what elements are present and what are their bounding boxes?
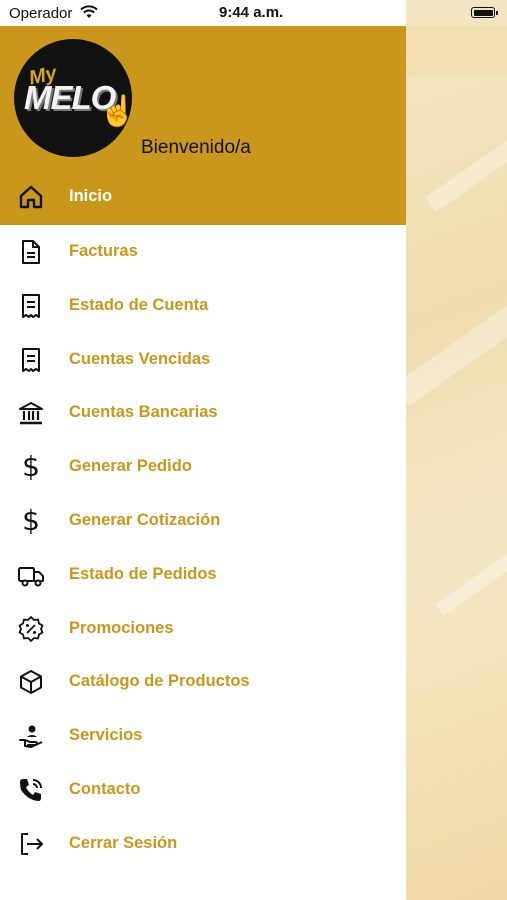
wifi-icon [80, 5, 98, 18]
background-screen[interactable] [406, 0, 507, 900]
receipt-icon [17, 292, 45, 320]
menu-item-label: Cuentas Bancarias [69, 403, 218, 422]
background-decoration [435, 518, 507, 616]
logout-icon [17, 830, 45, 858]
carrier-label: Operador [9, 5, 73, 22]
navigation-drawer: My MELO ☝ Bienvenido/a Inicio Facturas E… [0, 26, 406, 900]
box-icon [17, 668, 45, 696]
service-hand-icon [17, 722, 45, 750]
menu-item-inicio[interactable]: Inicio [0, 170, 406, 225]
background-header [406, 26, 507, 76]
discount-badge-icon [17, 615, 45, 643]
menu-item-facturas[interactable]: Facturas [0, 225, 406, 279]
menu-item-label: Promociones [69, 618, 174, 637]
phone-call-icon [17, 776, 45, 804]
menu-item-label: Servicios [69, 726, 143, 745]
home-icon [17, 183, 45, 211]
app-logo: My MELO ☝ [14, 39, 136, 157]
menu-item-cuentas-bancarias[interactable]: Cuentas Bancarias [0, 386, 406, 440]
dollar-icon: $ [22, 503, 40, 537]
menu-item-label: Facturas [69, 242, 138, 260]
menu-item-label: Contacto [69, 779, 141, 798]
menu-item-estado-de-pedidos[interactable]: Estado de Pedidos [0, 548, 406, 602]
menu-item-servicios[interactable]: Servicios [0, 709, 406, 763]
menu-item-contacto[interactable]: Contacto [0, 763, 406, 817]
battery-icon [471, 7, 498, 18]
background-decoration [425, 105, 507, 213]
menu-item-label: Generar Cotización [69, 510, 221, 529]
menu-item-generar-cotizacion[interactable]: $ Generar Cotización [0, 494, 406, 548]
dollar-icon: $ [22, 450, 40, 484]
menu-item-label: Estado de Pedidos [69, 564, 217, 583]
drawer-header: My MELO ☝ Bienvenido/a [0, 26, 406, 171]
menu-item-label: Generar Pedido [69, 457, 192, 476]
background-decoration [406, 280, 507, 406]
menu-item-cerrar-sesion[interactable]: Cerrar Sesión [0, 817, 406, 871]
truck-icon [17, 561, 45, 589]
menu-item-label: Cerrar Sesión [69, 833, 178, 852]
menu-item-estado-de-cuenta[interactable]: Estado de Cuenta [0, 279, 406, 333]
status-bar: Operador 9:44 a.m. [0, 0, 507, 26]
receipt-icon [17, 346, 45, 374]
menu-item-generar-pedido[interactable]: $ Generar Pedido [0, 440, 406, 494]
menu-item-catalogo-de-productos[interactable]: Catálogo de Productos [0, 655, 406, 709]
menu-item-label: Catálogo de Productos [69, 672, 250, 691]
menu-item-cuentas-vencidas[interactable]: Cuentas Vencidas [0, 333, 406, 387]
menu-item-label: Estado de Cuenta [69, 295, 209, 314]
document-icon [17, 238, 45, 266]
bank-icon [17, 399, 45, 427]
menu-item-label: Cuentas Vencidas [69, 349, 211, 368]
pointer-hand-icon: ☝ [99, 95, 137, 128]
menu-item-label: Inicio [69, 187, 113, 205]
welcome-text: Bienvenido/a [141, 137, 251, 158]
drawer-menu: Inicio Facturas Estado de Cuenta Cuentas… [0, 170, 406, 871]
menu-item-promociones[interactable]: Promociones [0, 602, 406, 656]
clock: 9:44 a.m. [219, 4, 284, 21]
